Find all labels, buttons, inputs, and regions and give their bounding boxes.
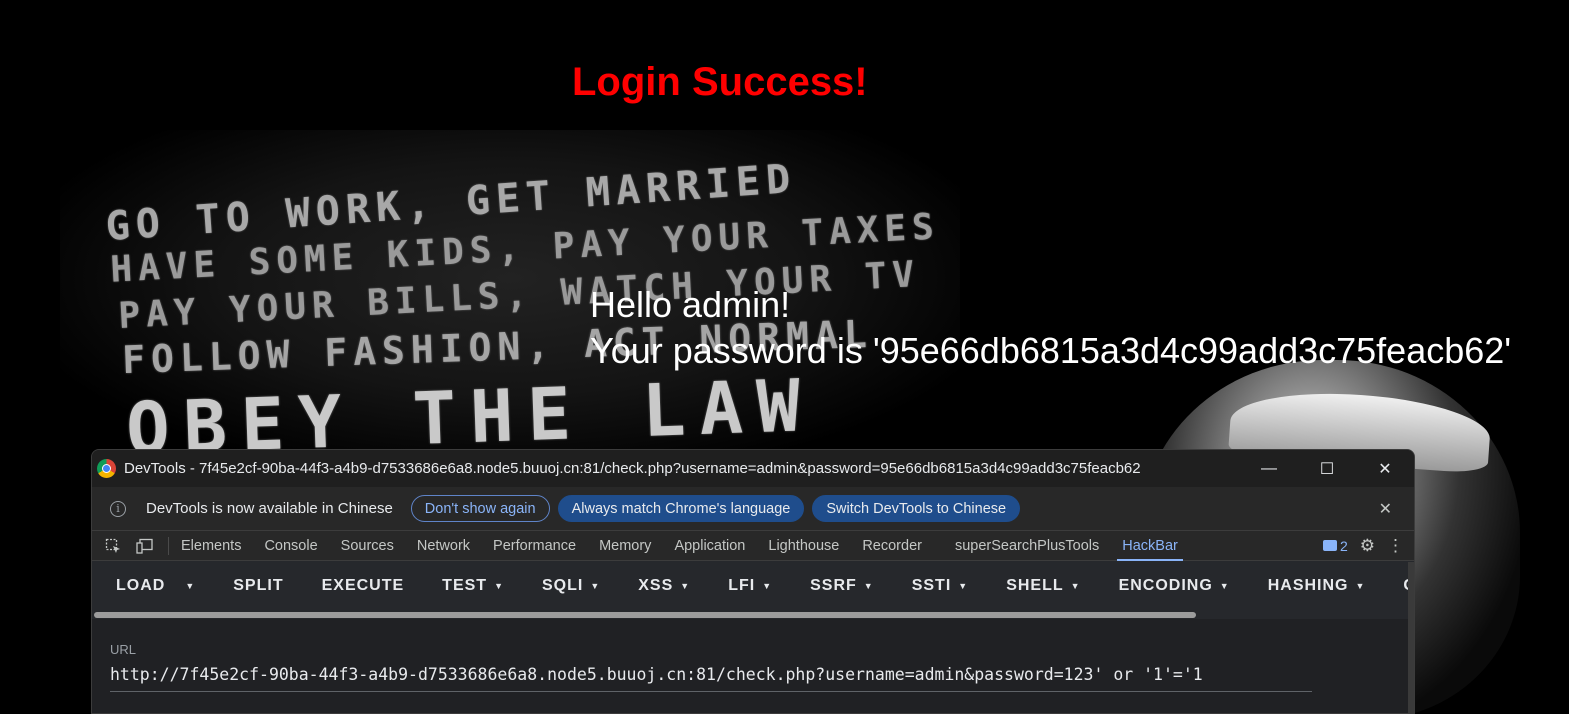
xss-menu-label: XSS [638,577,674,594]
chevron-down-icon: ▼ [1355,581,1366,591]
split-button[interactable]: SPLIT [233,577,283,595]
chevron-down-icon: ▼ [494,581,504,591]
chrome-logo-icon [97,459,116,478]
tab-memory[interactable]: Memory [599,531,651,561]
switch-to-chinese-button[interactable]: Switch DevTools to Chinese [812,495,1021,522]
chevron-down-icon: ▼ [1070,581,1081,591]
chevron-down-icon: ▼ [958,581,969,591]
infobar-close-icon[interactable]: ✕ [1379,499,1392,519]
url-input[interactable]: http://7f45e2cf-90ba-44f3-a4b9-d7533686e… [110,665,1312,692]
close-window-button[interactable]: ✕ [1356,450,1414,487]
info-icon: i [110,500,126,517]
tab-console[interactable]: Console [264,531,317,561]
always-match-language-button[interactable]: Always match Chrome's language [557,495,805,522]
chevron-down-icon: ▼ [863,581,874,591]
load-button[interactable]: LOAD [116,577,165,595]
more-options-icon[interactable]: ⋮ [1387,536,1404,556]
hashing-menu-label: HASHING [1267,577,1349,594]
tab-sources[interactable]: Sources [341,531,394,561]
ssti-menu-label: SSTI [911,577,952,594]
chevron-down-icon: ▼ [680,581,691,591]
chevron-down-icon: ▼ [1219,581,1230,591]
devtools-titlebar: DevTools - 7f45e2cf-90ba-44f3-a4b9-d7533… [92,450,1414,487]
language-infobar: i DevTools is now available in Chinese D… [92,487,1414,531]
load-dropdown-icon[interactable]: ▼ [185,581,195,591]
device-toolbar-icon[interactable] [134,538,156,554]
tab-separator [168,536,169,555]
issues-count: 2 [1339,537,1348,554]
shell-menu[interactable]: SHELL ▼ [1006,577,1080,595]
window-title: DevTools - 7f45e2cf-90ba-44f3-a4b9-d7533… [124,460,1141,477]
tab-supersearchplustools[interactable]: superSearchPlusTools [955,531,1099,561]
sqli-menu[interactable]: SQLI ▼ [542,577,600,595]
tab-performance[interactable]: Performance [493,531,576,561]
issues-badge[interactable]: 2 [1322,537,1348,554]
page-title: Login Success! [572,60,868,104]
xss-menu[interactable]: XSS ▼ [638,577,690,595]
tab-lighthouse[interactable]: Lighthouse [768,531,839,561]
sqli-menu-label: SQLI [541,577,584,594]
greeting-text: Hello admin! [590,284,791,325]
ssrf-menu[interactable]: SSRF ▼ [810,577,874,595]
encoding-menu[interactable]: ENCODING ▼ [1119,577,1230,595]
tab-network[interactable]: Network [417,531,470,561]
ssrf-menu-label: SSRF [810,577,857,594]
test-menu[interactable]: TEST ▼ [442,577,504,595]
minimize-button[interactable]: — [1240,450,1298,487]
execute-button[interactable]: EXECUTE [322,577,405,595]
panel-scrollbar[interactable] [1408,562,1414,713]
infobar-message: DevTools is now available in Chinese [146,500,393,517]
url-label: URL [110,642,137,657]
tab-application[interactable]: Application [674,531,745,561]
gear-icon[interactable]: ⚙ [1360,536,1375,556]
dont-show-again-button[interactable]: Don't show again [410,495,550,522]
toolbar-scrollbar[interactable] [92,611,1414,619]
tabbar-right-controls: 2 ⚙ ⋮ [1322,536,1414,556]
inspect-element-icon[interactable] [102,538,124,554]
devtools-tabbar: Elements Console Sources Network Perform… [92,531,1414,561]
issues-icon [1322,540,1337,551]
chevron-down-icon: ▼ [762,581,773,591]
scrollbar-thumb[interactable] [94,612,1196,618]
tab-recorder[interactable]: Recorder [862,531,922,561]
hackbar-toolbar: LOAD ▼ SPLIT EXECUTE TEST ▼ SQLI ▼ XSS ▼ LF… [92,561,1414,611]
chevron-down-icon: ▼ [590,581,601,591]
greeting-block: Hello admin! Your password is '95e66db68… [590,282,1511,374]
hackbar-url-panel: URL http://7f45e2cf-90ba-44f3-a4b9-d7533… [92,619,1414,713]
encoding-menu-label: ENCODING [1118,577,1213,594]
devtools-window: DevTools - 7f45e2cf-90ba-44f3-a4b9-d7533… [91,449,1415,714]
ssti-menu[interactable]: SSTI ▼ [912,577,968,595]
tab-elements[interactable]: Elements [181,531,241,561]
tab-hackbar[interactable]: HackBar [1117,531,1183,561]
lfi-menu[interactable]: LFI ▼ [728,577,772,595]
test-menu-label: TEST [442,577,488,594]
hashing-menu[interactable]: HASHING ▼ [1268,577,1366,595]
lfi-menu-label: LFI [728,577,756,594]
maximize-button[interactable]: ☐ [1298,450,1356,487]
password-text: Your password is '95e66db6815a3d4c99add3… [590,330,1512,371]
shell-menu-label: SHELL [1006,577,1064,594]
